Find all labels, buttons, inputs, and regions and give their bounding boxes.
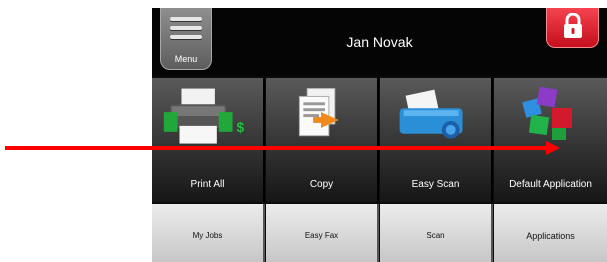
printer-icon: $ [163, 88, 244, 144]
user-name: Jan Novak [346, 34, 413, 50]
applications-button[interactable]: Applications [494, 204, 607, 262]
device-panel-screen: Menu Jan Novak $ Print All Copy Easy Sca… [152, 8, 607, 262]
top-bar: Menu Jan Novak [152, 8, 607, 76]
button-label: Easy Fax [304, 231, 339, 240]
copy-documents-icon [298, 88, 339, 137]
button-label: Scan [426, 231, 445, 240]
my-jobs-button[interactable]: My Jobs [152, 204, 265, 262]
tile-easy-scan[interactable]: Easy Scan [380, 78, 493, 202]
padlock-icon [564, 13, 582, 38]
tile-label: Default Application [509, 179, 592, 190]
tile-label: Easy Scan [411, 179, 460, 190]
easy-fax-button[interactable]: Easy Fax [266, 204, 379, 262]
tile-print-all[interactable]: $ Print All [152, 78, 265, 202]
tile-label: Print All [190, 179, 225, 190]
tile-copy[interactable]: Copy [266, 78, 379, 202]
svg-text:$: $ [236, 120, 244, 135]
tile-default-application[interactable]: Default Application [494, 78, 607, 202]
applications-cubes-icon [522, 86, 572, 140]
scan-button[interactable]: Scan [380, 204, 493, 262]
button-label: My Jobs [192, 231, 223, 240]
button-label: Applications [526, 231, 575, 241]
bottom-button-bar: My Jobs Easy Fax Scan Applications [152, 204, 607, 262]
lock-button[interactable] [546, 8, 599, 48]
menu-label: Menu [174, 54, 198, 64]
app-tiles: $ Print All Copy Easy Scan Default Appli… [152, 78, 607, 202]
scanner-icon [399, 89, 463, 139]
tile-label: Copy [309, 179, 334, 190]
